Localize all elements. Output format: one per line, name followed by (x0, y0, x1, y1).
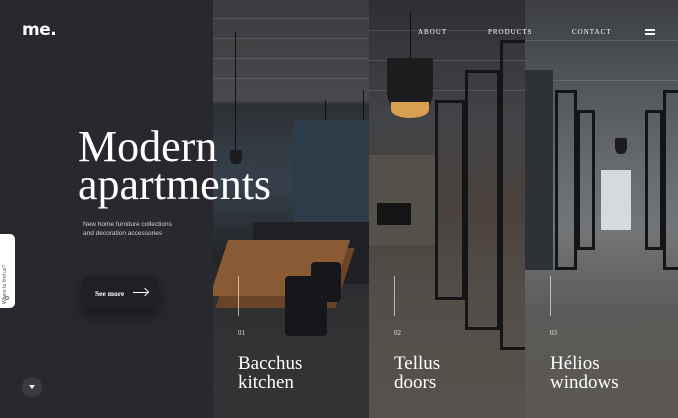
panel-number: 02 (394, 329, 401, 337)
window-frame (663, 90, 678, 270)
panel-number: 01 (238, 329, 245, 337)
ceiling-slat (213, 58, 369, 59)
chair (311, 262, 341, 302)
arrow-right-icon (133, 292, 148, 293)
ceiling-slat (213, 78, 369, 79)
panel-caption-doors[interactable]: Tellus doors (394, 354, 440, 392)
dark-pillar (525, 70, 553, 270)
caption-line2: windows (550, 372, 619, 393)
panel-caption-windows[interactable]: Hélios windows (550, 354, 619, 392)
caption-line2: doors (394, 372, 437, 393)
hamburger-icon[interactable] (645, 29, 655, 35)
left-column (0, 0, 213, 418)
hero-title: Modern apartments (78, 125, 318, 207)
lamp-glow (391, 102, 429, 118)
corridor-light (601, 170, 631, 230)
caption-divider (394, 276, 395, 316)
glass-door-frame (465, 70, 500, 330)
glass-door-frame (435, 100, 465, 300)
nav-products[interactable]: PRODUCTS (488, 28, 533, 36)
lamp-wire (410, 12, 411, 60)
caption-divider (550, 276, 551, 316)
nav-contact[interactable]: CONTACT (572, 28, 612, 36)
ceiling-slat (213, 38, 369, 39)
tv-screen (377, 203, 411, 225)
pendant-lamp (615, 138, 627, 154)
side-tab-label: Where to find us? (2, 264, 8, 304)
ceiling-slat (525, 40, 678, 41)
window-frame (645, 110, 663, 250)
caption-line2: kitchen (238, 372, 294, 393)
panel-number: 03 (550, 329, 557, 337)
window-frame (577, 110, 595, 250)
window-frame (555, 90, 577, 270)
hero-subtitle: New home furniture collections and decor… (83, 221, 172, 237)
panel-caption-kitchen[interactable]: Bacchus kitchen (238, 354, 302, 392)
nav-about[interactable]: ABOUT (418, 28, 447, 36)
scroll-down-button[interactable] (22, 377, 42, 397)
brand-logo[interactable]: me. (22, 20, 57, 40)
caption-line1: Bacchus (238, 353, 303, 374)
caption-divider (238, 276, 239, 316)
hero-title-line2: apartments (78, 160, 272, 209)
glass-door-frame (500, 40, 525, 350)
wall-panel (369, 155, 435, 245)
where-to-find-us-tab[interactable]: Where to find us? (0, 234, 15, 308)
panel-doors-image[interactable] (369, 0, 525, 418)
caption-line1: Tellus (394, 353, 441, 374)
caption-line1: Hélios (550, 353, 600, 374)
ceiling-slat (213, 18, 369, 19)
see-more-button[interactable]: See more (83, 277, 158, 309)
see-more-label: See more (95, 288, 125, 298)
